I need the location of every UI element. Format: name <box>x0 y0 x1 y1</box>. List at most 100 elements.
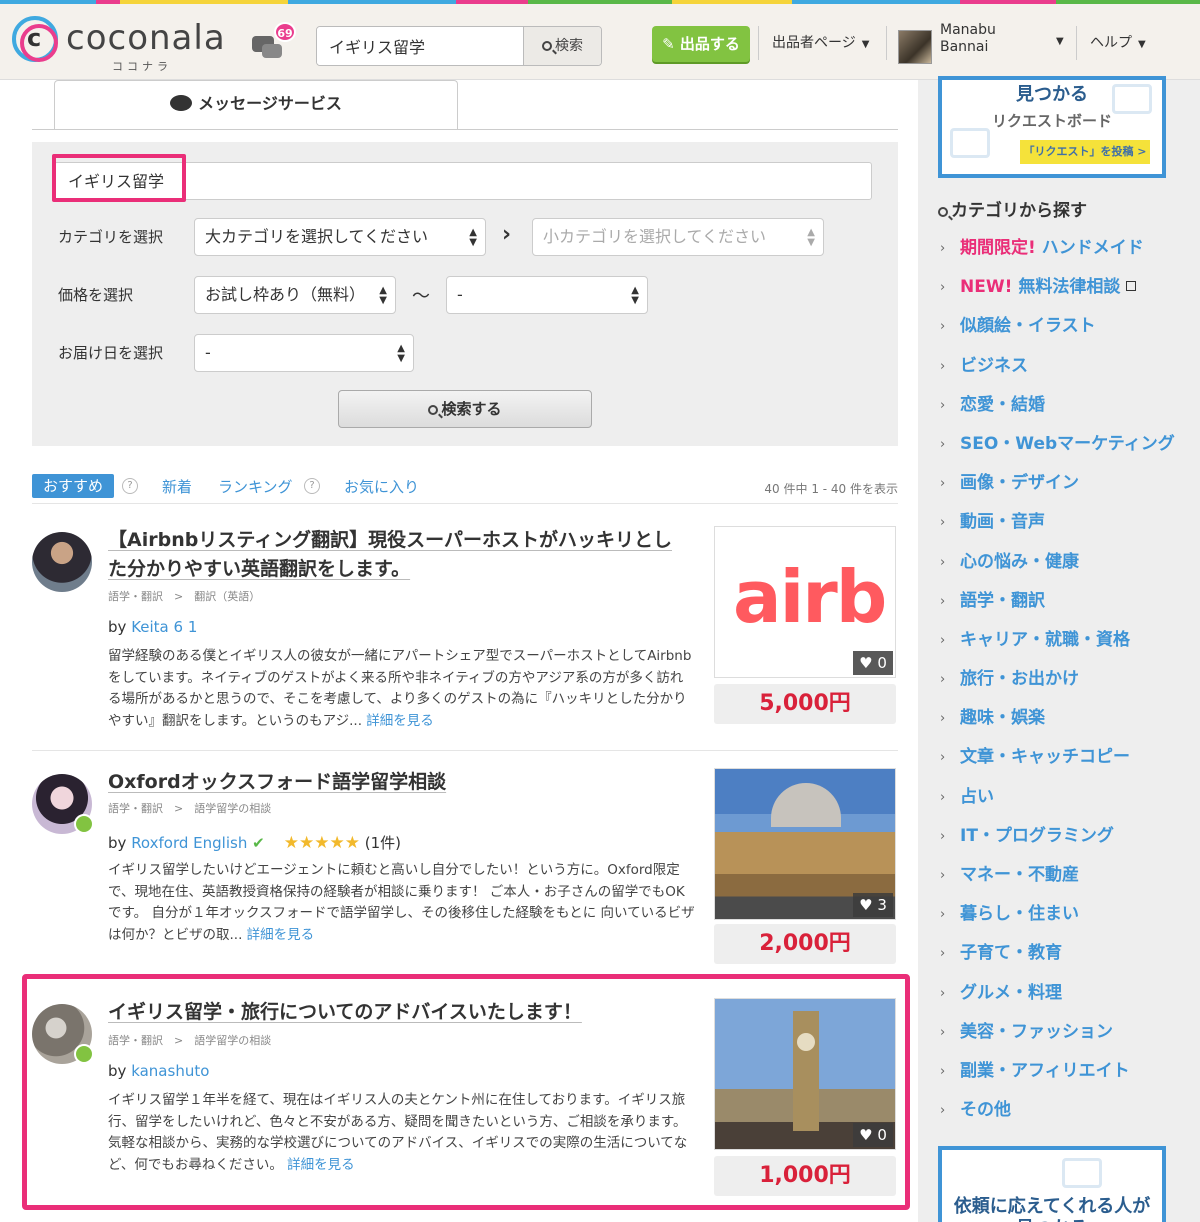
favorite-count[interactable]: ♥ 0 <box>853 651 893 675</box>
category-label: 心の悩み・健康 <box>960 547 1079 572</box>
category-item[interactable]: › 占い <box>940 780 1190 819</box>
category-name: 恋愛・結婚 <box>960 394 1045 415</box>
rating-count: (1件) <box>364 834 402 852</box>
major-category-select[interactable]: 大カテゴリを選択してください ▲ ▼ <box>194 218 486 256</box>
category-name: 占い <box>960 786 994 807</box>
category-item[interactable]: › 恋愛・結婚 <box>940 388 1190 427</box>
coconala-logo[interactable]: coconala ココナラ <box>12 14 242 74</box>
request-banner-bottom[interactable]: 依頼に応えてくれる人が 見つかる <box>938 1146 1166 1222</box>
category-name: IT・プログラミング <box>960 825 1114 846</box>
search-icon <box>938 207 948 217</box>
listing-category[interactable]: 語学・翻訳 > 翻訳（英語） <box>108 588 260 604</box>
seller-name-link[interactable]: Roxford English <box>131 834 247 852</box>
category-tag: 期間限定! <box>960 238 1036 258</box>
delivery-label: お届け日を選択 <box>58 344 164 362</box>
category-tag: NEW! <box>960 277 1013 298</box>
category-item[interactable]: › 動画・音声 <box>940 505 1190 544</box>
listing-price: 5,000円 <box>714 684 896 724</box>
seller-name-link[interactable]: Keita 6 1 <box>131 618 197 636</box>
category-label: マネー・不動産 <box>960 860 1079 885</box>
category-item[interactable]: › グルメ・料理 <box>940 976 1190 1015</box>
category-label: 美容・ファッション <box>960 1017 1113 1042</box>
help-menu[interactable]: ヘルプ ▼ <box>1090 32 1146 52</box>
sort-ranking[interactable]: ランキング <box>218 476 293 497</box>
category-item[interactable]: › その他 <box>940 1093 1190 1132</box>
post-request-button[interactable]: 「リクエスト」を投稿 > <box>1020 140 1150 164</box>
request-board-banner[interactable]: 見つかる リクエストボード 「リクエスト」を投稿 > <box>938 76 1166 178</box>
category-name: 文章・キャッチコピー <box>960 747 1130 768</box>
listing-title[interactable]: 【Airbnbリスティング翻訳】現役スーパーホストがハッキリとした分かりやすい英… <box>108 526 688 584</box>
category-name: 画像・デザイン <box>960 473 1079 494</box>
category-item[interactable]: › 心の悩み・健康 <box>940 545 1190 584</box>
category-item[interactable]: › IT・プログラミング <box>940 819 1190 858</box>
chevron-right-icon: › <box>940 436 946 452</box>
tab-message-service[interactable]: メッセージサービス <box>54 80 458 130</box>
listing-title[interactable]: Oxfordオックスフォード語学留学相談 <box>108 768 688 797</box>
category-item[interactable]: › 暮らし・住まい <box>940 897 1190 936</box>
category-item[interactable]: › マネー・不動産 <box>940 858 1190 897</box>
chevron-right-icon: › <box>940 1024 946 1040</box>
minor-category-select[interactable]: 小カテゴリを選択してください ▲ ▼ <box>532 218 824 256</box>
category-name: ハンドメイド <box>1041 238 1144 258</box>
category-label: 似顔絵・イラスト <box>960 311 1096 336</box>
category-name: 趣味・娯楽 <box>960 708 1045 729</box>
speech-bubble-icon <box>170 95 193 111</box>
category-item[interactable]: › 美容・ファッション <box>940 1015 1190 1054</box>
category-item[interactable]: › 画像・デザイン <box>940 466 1190 505</box>
seller-avatar[interactable] <box>32 532 92 592</box>
category-name: SEO・Webマーケティング <box>960 433 1175 454</box>
category-item[interactable]: › 似顔絵・イラスト <box>940 309 1190 348</box>
seller-page-menu[interactable]: 出品者ページ ▼ <box>772 32 869 52</box>
sell-button[interactable]: ✎ 出品する <box>652 26 750 62</box>
chevron-right-icon: › <box>940 907 946 923</box>
listing-thumbnail[interactable]: airb ♥ 0 <box>714 526 896 678</box>
category-item[interactable]: › 語学・翻訳 <box>940 584 1190 623</box>
category-item[interactable]: › 旅行・お出かけ <box>940 662 1190 701</box>
sort-new[interactable]: 新着 <box>162 476 192 497</box>
delivery-select[interactable]: - ▲ ▼ <box>194 334 414 372</box>
listing-highlight <box>22 974 910 1210</box>
result-count: 40 件中 1 - 40 件を表示 <box>764 482 898 496</box>
chevron-right-icon: › <box>940 319 946 335</box>
detail-link[interactable]: 詳細を見る <box>366 713 434 729</box>
category-item[interactable]: › NEW! 無料法律相談 <box>940 270 1190 309</box>
logo-text: coconala <box>66 18 226 58</box>
verified-check-icon: ✔ <box>252 834 265 852</box>
category-item[interactable]: › 趣味・娯楽 <box>940 701 1190 740</box>
category-item[interactable]: › ビジネス <box>940 349 1190 388</box>
user-menu[interactable]: Manabu Bannai <box>940 22 1040 56</box>
favorite-count[interactable]: ♥ 3 <box>853 893 893 917</box>
category-item[interactable]: › 副業・アフィリエイト <box>940 1054 1190 1093</box>
header-search-input[interactable] <box>317 27 525 65</box>
listing-thumbnail[interactable]: ♥ 3 <box>714 768 896 920</box>
category-item[interactable]: › 文章・キャッチコピー <box>940 740 1190 779</box>
sort-favorites[interactable]: お気に入り <box>344 476 419 497</box>
user-avatar[interactable] <box>898 30 932 64</box>
detail-link[interactable]: 詳細を見る <box>247 927 315 943</box>
chevron-right-icon: › <box>940 397 946 413</box>
category-label: 副業・アフィリエイト <box>960 1056 1130 1081</box>
category-item[interactable]: › 子育て・教育 <box>940 936 1190 975</box>
category-label: SEO・Webマーケティング <box>960 429 1175 454</box>
header-search-button[interactable]: 検索 <box>523 27 601 65</box>
listing-price: 2,000円 <box>714 924 896 964</box>
category-item[interactable]: › 期間限定! ハンドメイド <box>940 231 1190 270</box>
category-name: その他 <box>960 1100 1011 1121</box>
price-to-select[interactable]: - ▲ ▼ <box>446 276 648 314</box>
category-label: 占い <box>960 782 994 807</box>
category-name: 副業・アフィリエイト <box>960 1060 1130 1081</box>
sort-recommended[interactable]: おすすめ <box>32 474 114 498</box>
chevron-right-icon: › <box>940 593 946 609</box>
category-name: 暮らし・住まい <box>960 904 1079 925</box>
help-icon[interactable]: ? <box>304 478 320 494</box>
price-from-select[interactable]: お試し枠あり（無料） ▲ ▼ <box>194 276 396 314</box>
category-item[interactable]: › キャリア・就職・資格 <box>940 623 1190 662</box>
category-item[interactable]: › SEO・Webマーケティング <box>940 427 1190 466</box>
caret-down-icon[interactable]: ▼ <box>1050 32 1064 48</box>
category-label: カテゴリを選択 <box>58 228 164 246</box>
chevron-right-icon: › <box>940 750 946 766</box>
help-icon[interactable]: ? <box>122 478 138 494</box>
search-submit-button[interactable]: 検索する <box>338 390 592 428</box>
listing-category[interactable]: 語学・翻訳 > 語学留学の相談 <box>108 800 271 816</box>
chevron-right-icon: › <box>940 476 946 492</box>
